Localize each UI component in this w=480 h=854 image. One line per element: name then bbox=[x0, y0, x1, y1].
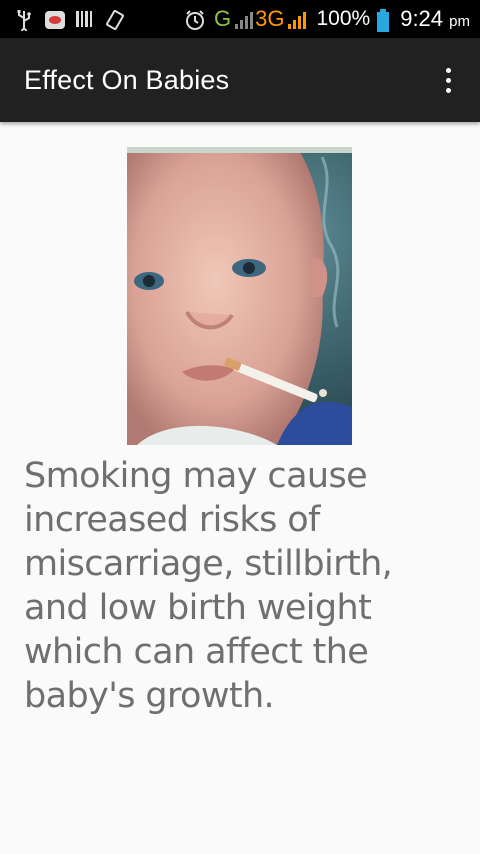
signal-icon bbox=[286, 9, 307, 29]
app-bar: Effect On Babies bbox=[0, 38, 480, 122]
network-3g-label: 3G bbox=[255, 6, 285, 31]
battery-percent: 100% bbox=[316, 7, 371, 30]
clock-ampm: pm bbox=[449, 13, 470, 30]
clock-time: 9:24 bbox=[400, 6, 444, 31]
page-title: Effect On Babies bbox=[24, 64, 230, 95]
battery-icon bbox=[376, 9, 390, 32]
barcode-icon bbox=[74, 9, 94, 29]
usb-icon bbox=[14, 9, 34, 34]
network-type-label: G bbox=[214, 6, 232, 31]
more-vert-icon[interactable] bbox=[436, 60, 460, 100]
main-content: Smoking may cause increased risks of mis… bbox=[0, 122, 480, 854]
vibrate-icon bbox=[104, 9, 124, 31]
baby-smoking-photo bbox=[127, 147, 352, 445]
signal-icon bbox=[233, 9, 254, 29]
status-notifications bbox=[14, 9, 124, 34]
body-text: Smoking may cause increased risks of mis… bbox=[24, 456, 393, 716]
clock: 9:24 pm bbox=[400, 6, 470, 32]
status-system: G 3G 100% 9:24 pm bbox=[184, 6, 470, 32]
notification-icon bbox=[44, 9, 65, 29]
status-bar: G 3G 100% 9:24 pm bbox=[0, 0, 480, 38]
alarm-icon bbox=[184, 9, 204, 30]
